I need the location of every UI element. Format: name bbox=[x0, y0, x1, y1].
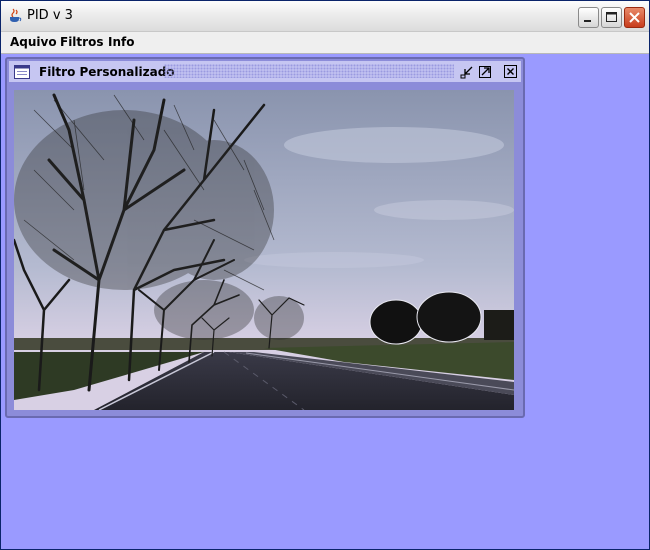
internal-frame[interactable]: Filtro Personalizado bbox=[5, 57, 525, 418]
iconify-button[interactable] bbox=[459, 64, 475, 80]
desktop-pane: Filtro Personalizado bbox=[1, 54, 649, 549]
maximize-button[interactable] bbox=[601, 7, 622, 28]
menu-filtros[interactable]: Filtros bbox=[60, 35, 103, 49]
close-icon bbox=[504, 65, 517, 78]
internal-frame-title: Filtro Personalizado bbox=[39, 65, 175, 79]
title-bar-texture bbox=[164, 64, 454, 78]
minimize-button[interactable] bbox=[578, 7, 599, 28]
menu-info[interactable]: Info bbox=[108, 35, 134, 49]
java-cup-icon bbox=[7, 8, 23, 24]
maximize-icon bbox=[479, 66, 491, 78]
menu-aquivo[interactable]: Aquivo bbox=[10, 35, 57, 49]
window-title: PID v 3 bbox=[27, 8, 73, 23]
main-window: PID v 3 Aquivo Filtros Info Filtro Perso… bbox=[0, 0, 650, 550]
frame-window-icon bbox=[14, 64, 30, 79]
close-button[interactable] bbox=[624, 7, 645, 28]
frame-close-button[interactable] bbox=[503, 64, 519, 80]
close-icon bbox=[629, 12, 640, 23]
maximize-icon bbox=[606, 12, 617, 22]
filtered-image bbox=[14, 90, 514, 410]
iconify-icon bbox=[460, 66, 473, 79]
internal-frame-title-bar[interactable]: Filtro Personalizado bbox=[9, 61, 521, 82]
title-bar[interactable]: PID v 3 bbox=[1, 1, 649, 32]
minimize-icon bbox=[584, 20, 591, 22]
frame-maximize-button[interactable] bbox=[477, 64, 493, 80]
menu-bar: Aquivo Filtros Info bbox=[1, 32, 649, 54]
